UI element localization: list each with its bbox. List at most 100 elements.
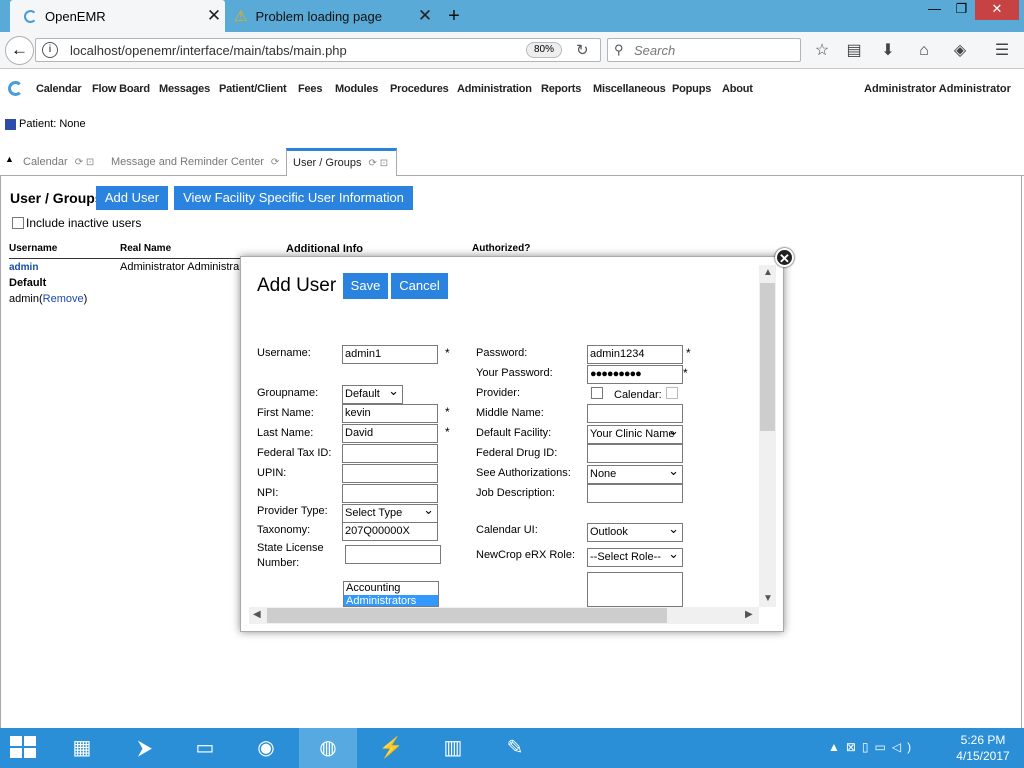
list-item[interactable]: Administrators — [344, 595, 438, 606]
openemr-logo-icon[interactable] — [8, 81, 23, 96]
taskbar-clock[interactable]: 5:26 PM 4/15/2017 — [948, 732, 1018, 764]
menu-item-miscellaneous[interactable]: Miscellaneous — [593, 83, 666, 95]
window-maximize-button[interactable]: ❐ — [948, 0, 975, 20]
file-explorer-icon[interactable]: ▭ — [176, 728, 234, 768]
include-inactive-control[interactable]: Include inactive users — [12, 216, 141, 230]
window-close-button[interactable]: ✕ — [975, 0, 1019, 20]
list-item[interactable]: Accounting — [344, 582, 438, 595]
group-member: admin(Remove) — [9, 293, 88, 305]
reload-icon[interactable]: ↻ — [576, 41, 589, 59]
new-tab-button[interactable]: + — [442, 3, 466, 29]
username-input[interactable]: admin1 — [342, 345, 438, 364]
window-minimize-button[interactable]: — — [921, 0, 948, 20]
menu-item-messages[interactable]: Messages — [159, 83, 210, 95]
last-name-input[interactable]: David — [342, 424, 438, 443]
first-name-label: First Name: — [257, 407, 314, 419]
add-user-button[interactable]: Add User — [96, 186, 168, 210]
search-icon: ⚲ — [614, 42, 624, 57]
state-license-input[interactable] — [345, 545, 441, 564]
table-row-username-link[interactable]: admin — [9, 262, 38, 273]
federal-tax-id-input[interactable] — [342, 444, 438, 463]
paint-icon[interactable]: ✎ — [486, 728, 544, 768]
first-name-input[interactable]: kevin — [342, 404, 438, 423]
powershell-icon[interactable]: ⮞ — [116, 728, 174, 768]
tab-label: Message and Reminder Center — [111, 156, 264, 168]
your-password-input[interactable]: ●●●●●●●●● — [587, 365, 683, 384]
close-icon[interactable]: ✕ — [203, 6, 225, 26]
calendar-checkbox[interactable] — [666, 387, 678, 399]
app-menu-bar: Calendar Flow Board Messages Patient/Cli… — [0, 70, 1024, 110]
server-manager-icon[interactable]: ▦ — [53, 728, 111, 768]
menu-item-about[interactable]: About — [722, 83, 753, 95]
scrollbar-thumb[interactable] — [760, 283, 775, 431]
menu-item-popups[interactable]: Popups — [672, 83, 711, 95]
job-description-input[interactable] — [587, 484, 683, 503]
npi-input[interactable] — [342, 484, 438, 503]
menu-item-procedures[interactable]: Procedures — [390, 83, 449, 95]
remove-link[interactable]: Remove — [43, 293, 84, 305]
calendar-ui-select[interactable]: Outlook — [587, 523, 683, 542]
hamburger-menu-icon[interactable]: ☰ — [991, 40, 1013, 62]
reading-list-icon[interactable]: ▤ — [843, 40, 865, 62]
close-icon[interactable]: ✕ — [414, 6, 436, 26]
windows-start-button[interactable] — [10, 736, 38, 760]
include-inactive-checkbox[interactable] — [12, 217, 24, 229]
tab-message-center[interactable]: Message and Reminder Center ⟳ ⊡ ✕ — [105, 148, 286, 197]
middle-name-input[interactable] — [587, 404, 683, 423]
scroll-left-icon[interactable]: ◀ — [253, 609, 261, 620]
bookmark-star-icon[interactable]: ☆ — [811, 40, 833, 62]
required-marker: * — [683, 366, 688, 380]
menu-item-reports[interactable]: Reports — [541, 83, 581, 95]
menu-item-patient-client[interactable]: Patient/Client — [219, 83, 287, 95]
modal-vertical-scrollbar[interactable]: ▲ ▼ — [759, 265, 776, 607]
menu-item-administration[interactable]: Administration — [457, 83, 532, 95]
view-facility-button[interactable]: View Facility Specific User Information — [174, 186, 413, 210]
taxonomy-input[interactable]: 207Q00000X — [342, 522, 438, 541]
tab-user-groups[interactable]: User / Groups ⟳ ⊡ ✕ — [286, 148, 397, 194]
provider-checkbox[interactable] — [591, 387, 603, 399]
save-button[interactable]: Save — [343, 273, 388, 299]
zoom-indicator[interactable]: 80% — [526, 42, 562, 58]
cancel-button[interactable]: Cancel — [391, 273, 448, 299]
see-authorizations-select[interactable]: None — [587, 465, 683, 484]
home-icon[interactable]: ⌂ — [913, 40, 935, 62]
tab-calendar[interactable]: Calendar ⟳ ⊡ ✕ — [17, 148, 105, 197]
access-control-list[interactable]: Accounting Administrators — [343, 581, 439, 607]
scroll-right-icon[interactable]: ▶ — [745, 609, 753, 620]
your-password-label: Your Password: — [476, 367, 553, 379]
system-tray-icons[interactable]: ▲⊠▯▭◁) — [828, 740, 917, 754]
pocket-icon[interactable]: ◈ — [949, 40, 971, 62]
collapse-icon[interactable]: ▲ — [5, 154, 14, 164]
app-tools-icon[interactable]: ▥ — [424, 728, 482, 768]
groupname-select[interactable]: Default — [342, 385, 403, 404]
modal-title: Add User — [257, 275, 337, 296]
menu-item-flow-board[interactable]: Flow Board — [92, 83, 150, 95]
chrome-icon[interactable]: ◉ — [237, 728, 295, 768]
menu-item-calendar[interactable]: Calendar — [36, 83, 82, 95]
scrollbar-thumb[interactable] — [267, 608, 667, 623]
url-bar[interactable]: i localhost/openemr/interface/main/tabs/… — [35, 38, 601, 62]
modal-horizontal-scrollbar[interactable]: ◀ ▶ — [249, 607, 759, 624]
browser-tab-problem[interactable]: ⚠ Problem loading page ✕ — [226, 0, 436, 32]
additional-info-textarea[interactable] — [587, 572, 683, 607]
federal-drug-id-input[interactable] — [587, 444, 683, 463]
upin-label: UPIN: — [257, 467, 287, 479]
app-lightning-icon[interactable]: ⚡ — [362, 728, 420, 768]
password-input[interactable]: admin1234 — [587, 345, 683, 364]
browser-tab-openemr[interactable]: OpenEMR ✕ — [10, 0, 225, 32]
default-facility-select[interactable]: Your Clinic Name — [587, 425, 683, 444]
modal-close-button[interactable]: ✕ — [775, 248, 794, 267]
back-button[interactable]: ← — [5, 36, 34, 65]
search-input[interactable]: ⚲ Search — [607, 38, 801, 62]
newcrop-role-select[interactable]: --Select Role-- — [587, 548, 683, 567]
scroll-down-icon[interactable]: ▼ — [763, 593, 773, 604]
menu-item-fees[interactable]: Fees — [298, 83, 322, 95]
info-icon[interactable]: i — [42, 42, 58, 58]
menu-item-modules[interactable]: Modules — [335, 83, 378, 95]
scroll-up-icon[interactable]: ▲ — [763, 267, 773, 278]
download-icon[interactable]: ⬇ — [877, 40, 899, 62]
provider-type-select[interactable]: Select Type — [342, 504, 438, 523]
current-user-name[interactable]: Administrator Administrator — [864, 83, 1011, 95]
upin-input[interactable] — [342, 464, 438, 483]
firefox-icon[interactable]: ◍ — [299, 728, 357, 768]
